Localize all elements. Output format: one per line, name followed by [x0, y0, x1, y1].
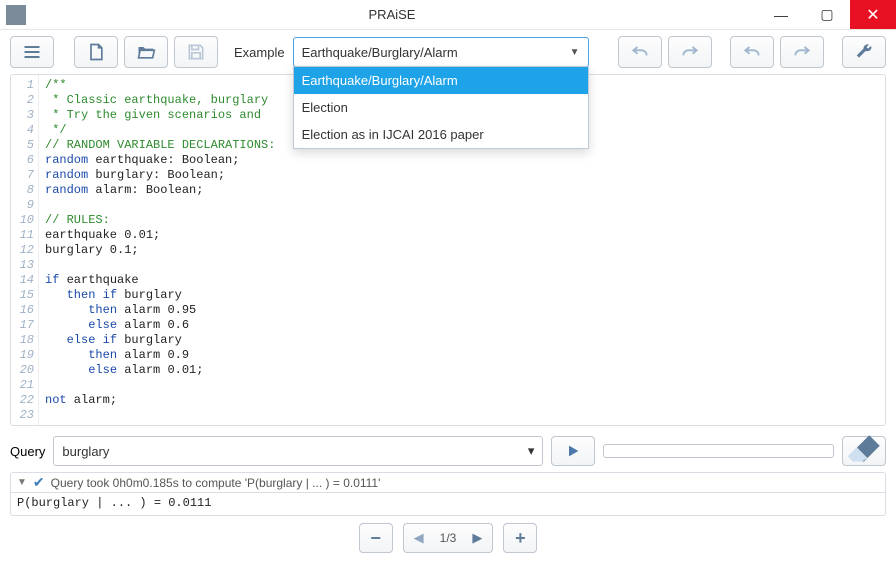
eraser-icon — [843, 430, 885, 472]
query-result: P(burglary | ... ) = 0.0111 — [10, 492, 886, 516]
window-title: PRAiSE — [26, 7, 758, 22]
settings-button[interactable] — [842, 36, 886, 68]
chevron-down-icon: ▼ — [570, 47, 580, 58]
example-label: Example — [234, 45, 285, 60]
prev-page-button[interactable]: ◀ — [404, 530, 434, 546]
menu-icon — [22, 42, 42, 62]
page-indicator: 1/3 — [434, 531, 463, 545]
query-label: Query — [10, 444, 45, 459]
main-toolbar: Example Earthquake/Burglary/Alarm ▼ Eart… — [0, 30, 896, 74]
minimize-button[interactable]: — — [758, 0, 804, 29]
example-combo-value: Earthquake/Burglary/Alarm — [302, 45, 458, 60]
app-icon — [6, 5, 26, 25]
next-page-button[interactable]: ▶ — [462, 530, 492, 546]
dropdown-option-earthquake[interactable]: Earthquake/Burglary/Alarm — [294, 67, 588, 94]
close-button[interactable]: ✕ — [850, 0, 896, 29]
clear-button[interactable] — [842, 436, 886, 466]
query-status-text: Query took 0h0m0.185s to compute 'P(burg… — [51, 476, 381, 490]
example-combo-wrap: Earthquake/Burglary/Alarm ▼ Earthquake/B… — [293, 37, 589, 67]
query-combo[interactable]: burglary ▾ — [53, 436, 543, 466]
chevron-down-icon: ▼ — [17, 477, 27, 488]
progress-bar — [603, 444, 834, 458]
query-status-bar[interactable]: ▼ ✔ Query took 0h0m0.185s to compute 'P(… — [10, 472, 886, 492]
remove-page-button[interactable]: − — [359, 523, 393, 553]
redo-icon — [680, 42, 700, 62]
query-value: burglary — [62, 444, 109, 459]
menu-button[interactable] — [10, 36, 54, 68]
chevron-down-icon: ▾ — [528, 443, 535, 459]
undo-button[interactable] — [618, 36, 662, 68]
maximize-button[interactable]: ▢ — [804, 0, 850, 29]
add-page-button[interactable]: + — [503, 523, 537, 553]
query-row: Query burglary ▾ — [0, 426, 896, 472]
redo-all-button[interactable] — [780, 36, 824, 68]
line-gutter: 1234567891011121314151617181920212223 — [11, 75, 39, 425]
new-file-icon — [86, 42, 106, 62]
undo-all-button[interactable] — [730, 36, 774, 68]
dropdown-option-election[interactable]: Election — [294, 94, 588, 121]
new-file-button[interactable] — [74, 36, 118, 68]
save-file-button[interactable] — [174, 36, 218, 68]
example-dropdown: Earthquake/Burglary/Alarm Election Elect… — [293, 66, 589, 149]
redo-all-icon — [792, 42, 812, 62]
redo-button[interactable] — [668, 36, 712, 68]
save-icon — [186, 42, 206, 62]
open-file-button[interactable] — [124, 36, 168, 68]
window-controls: — ▢ ✕ — [758, 0, 896, 29]
open-folder-icon — [136, 42, 156, 62]
page-nav: ◀ 1/3 ▶ — [403, 523, 494, 553]
dropdown-option-election-ijcai[interactable]: Election as in IJCAI 2016 paper — [294, 121, 588, 148]
run-query-button[interactable] — [551, 436, 595, 466]
play-icon — [565, 443, 581, 459]
pager: − ◀ 1/3 ▶ + — [0, 516, 896, 560]
undo-icon — [630, 42, 650, 62]
example-combo[interactable]: Earthquake/Burglary/Alarm ▼ — [293, 37, 589, 67]
check-icon: ✔ — [33, 474, 45, 491]
title-bar: PRAiSE — ▢ ✕ — [0, 0, 896, 30]
wrench-icon — [854, 42, 874, 62]
undo-all-icon — [742, 42, 762, 62]
